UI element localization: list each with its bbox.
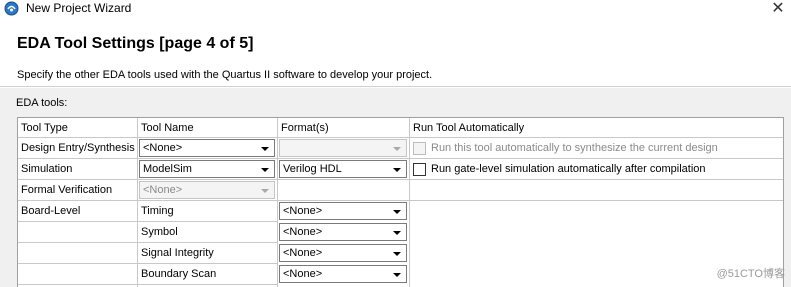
chevron-down-icon <box>393 168 401 172</box>
board-boundary-scan-format-value: <None> <box>283 268 323 280</box>
grid-line <box>18 137 783 138</box>
board-boundary-scan-format-select[interactable]: <None> <box>279 265 407 283</box>
board-signal-integrity-format-value: <None> <box>283 247 323 259</box>
board-timing-format-value: <None> <box>283 205 323 217</box>
simulation-tool-select[interactable]: ModelSim <box>139 160 275 178</box>
simulation-tool-value: ModelSim <box>143 163 192 175</box>
column-header-run-automatically: Run Tool Automatically <box>413 122 525 134</box>
simulation-run-label[interactable]: Run gate-level simulation automatically … <box>431 163 706 175</box>
grid-line <box>137 118 138 287</box>
grid-line <box>137 242 277 243</box>
board-level-symbol-label: Symbol <box>141 226 178 238</box>
chevron-down-icon <box>393 273 401 277</box>
design-entry-tool-select[interactable]: <None> <box>139 139 275 157</box>
chevron-down-icon <box>261 168 269 172</box>
page-description: Specify the other EDA tools used with th… <box>17 69 433 81</box>
grid-line <box>137 284 277 285</box>
chevron-down-icon <box>393 231 401 235</box>
column-header-tool-name: Tool Name <box>141 122 194 134</box>
grid-line <box>18 200 783 201</box>
quartus-wizard-icon <box>4 1 19 16</box>
design-entry-format-select <box>279 139 407 157</box>
column-header-formats: Format(s) <box>281 122 329 134</box>
grid-line <box>18 242 137 243</box>
grid-line <box>409 118 410 287</box>
board-symbol-format-value: <None> <box>283 226 323 238</box>
eda-tools-table: Tool Type Tool Name Format(s) Run Tool A… <box>17 117 784 287</box>
design-entry-run-checkbox <box>413 142 426 155</box>
tool-type-simulation: Simulation <box>21 163 73 175</box>
formal-verification-tool-select: <None> <box>139 181 275 199</box>
column-header-tool-type: Tool Type <box>21 122 68 134</box>
board-level-boundary-scan-label: Boundary Scan <box>141 268 217 280</box>
tool-type-formal-verification: Formal Verification <box>21 184 113 196</box>
grid-line <box>18 284 137 285</box>
chevron-down-icon <box>393 252 401 256</box>
page-title: EDA Tool Settings [page 4 of 5] <box>17 35 254 52</box>
board-timing-format-select[interactable]: <None> <box>279 202 407 220</box>
wizard-content: EDA tools: Tool Type Tool Name Format(s)… <box>0 88 791 287</box>
simulation-run-checkbox[interactable] <box>413 163 426 176</box>
close-button[interactable]: ✕ <box>765 0 791 18</box>
chevron-down-icon <box>393 147 401 151</box>
grid-line <box>18 221 137 222</box>
grid-line <box>137 221 277 222</box>
board-signal-integrity-format-select[interactable]: <None> <box>279 244 407 262</box>
design-entry-run-label: Run this tool automatically to synthesiz… <box>431 142 718 154</box>
chevron-down-icon <box>261 147 269 151</box>
chevron-down-icon <box>261 189 269 193</box>
wizard-header: EDA Tool Settings [page 4 of 5] Specify … <box>0 18 791 87</box>
design-entry-tool-value: <None> <box>143 142 183 154</box>
formal-verification-tool-value: <None> <box>143 184 183 196</box>
board-level-timing-label: Timing <box>141 205 174 217</box>
window-title: New Project Wizard <box>26 1 132 15</box>
grid-line <box>277 118 278 287</box>
board-level-signal-integrity-label: Signal Integrity <box>141 247 214 259</box>
simulation-format-value: Verilog HDL <box>283 163 342 175</box>
board-symbol-format-select[interactable]: <None> <box>279 223 407 241</box>
watermark: @51CTO博客 <box>716 268 785 280</box>
tool-type-board-level: Board-Level <box>21 205 81 217</box>
grid-line <box>18 263 137 264</box>
grid-line <box>18 158 783 159</box>
tool-type-design-entry: Design Entry/Synthesis <box>21 142 135 154</box>
title-bar: New Project Wizard ✕ <box>0 0 791 18</box>
chevron-down-icon <box>393 210 401 214</box>
grid-line <box>137 263 277 264</box>
grid-line <box>18 179 783 180</box>
simulation-format-select[interactable]: Verilog HDL <box>279 160 407 178</box>
eda-tools-label: EDA tools: <box>16 97 68 109</box>
